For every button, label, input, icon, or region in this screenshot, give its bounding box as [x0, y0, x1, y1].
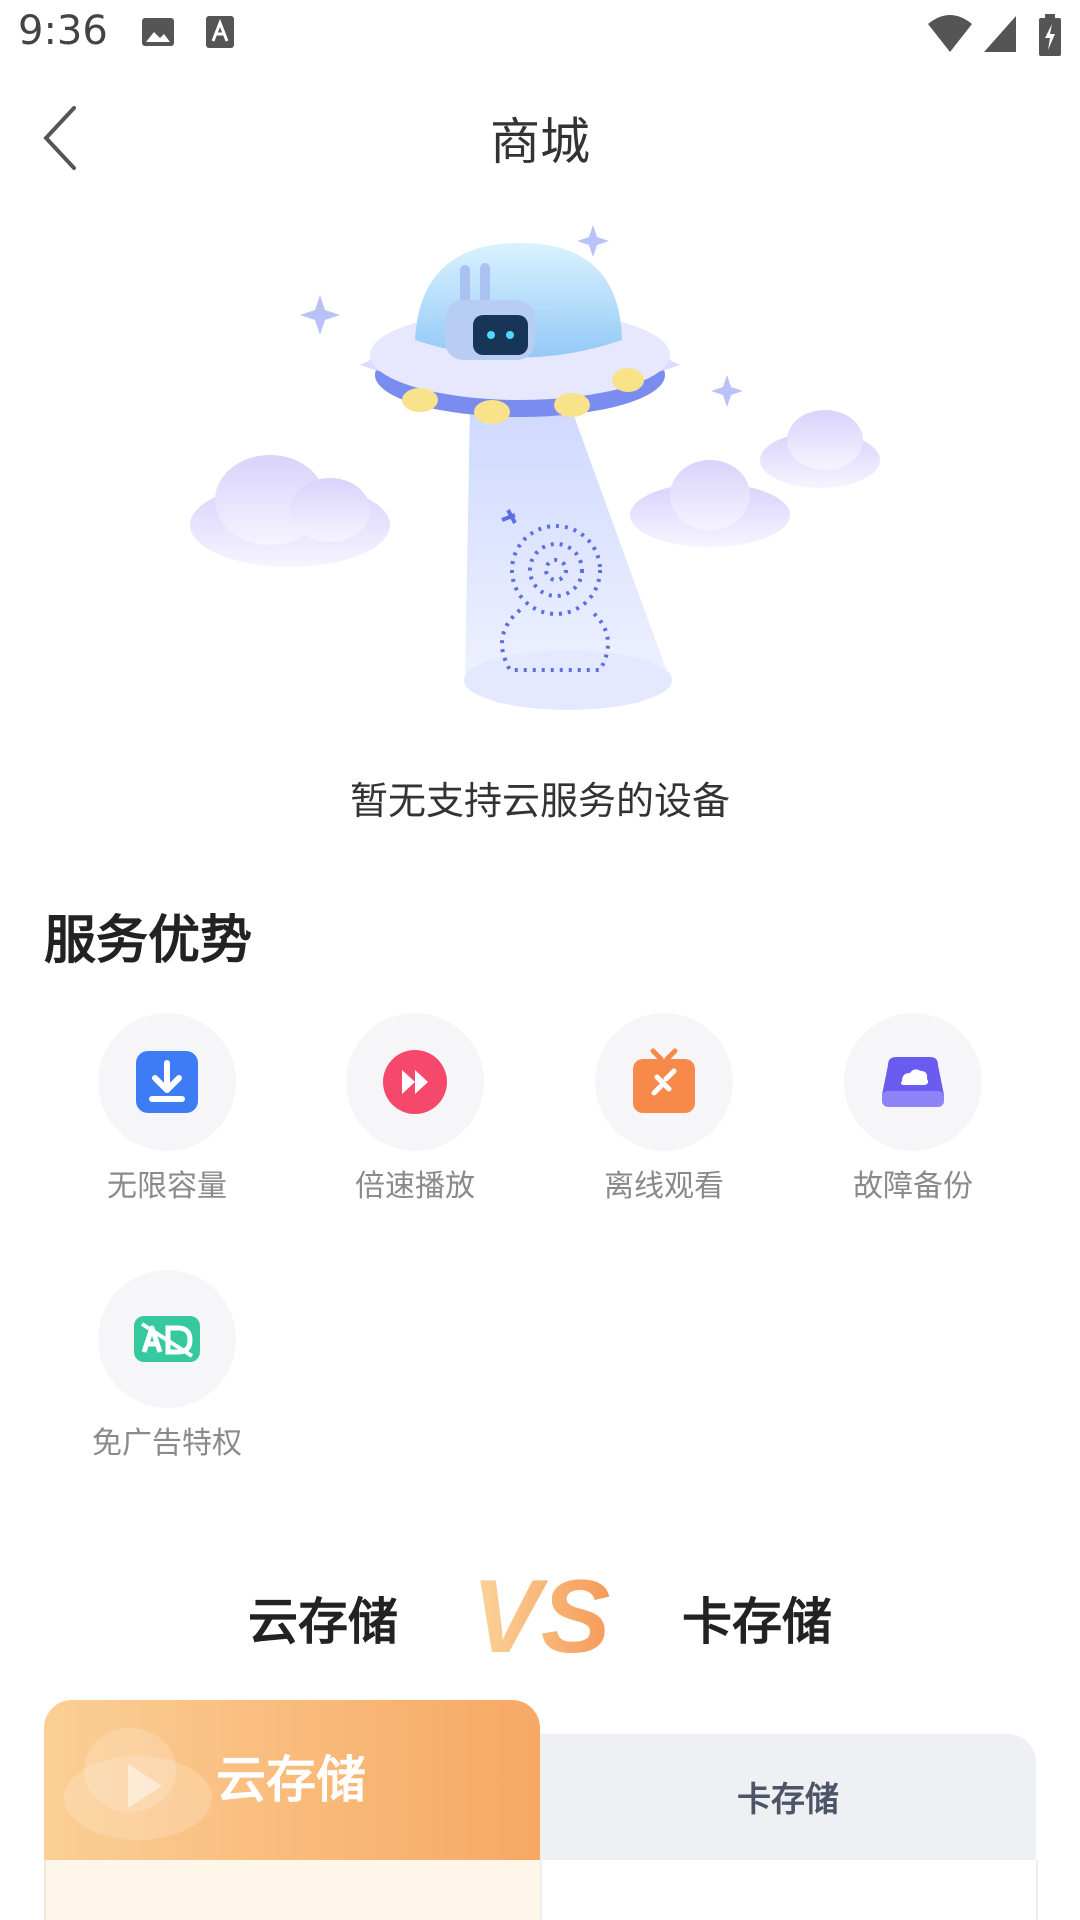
tab-cloud-storage[interactable]: 云存储: [44, 1700, 540, 1860]
feature-offline-viewing[interactable]: 离线观看: [539, 1013, 789, 1205]
vs-text: VS: [472, 1572, 611, 1662]
tab-label: 云存储: [216, 1751, 366, 1809]
signal-icon: [984, 16, 1016, 52]
fast-forward-icon: [383, 1050, 447, 1114]
battery-charging-icon: [1039, 14, 1061, 56]
feature-label: 无限容量: [107, 1169, 227, 1204]
feature-speed-playback[interactable]: 倍速播放: [290, 1013, 540, 1205]
vs-logo: VS: [472, 1572, 611, 1662]
card-storage-heading: 卡存储: [682, 1593, 832, 1651]
status-bar: 9:36: [0, 0, 1080, 72]
cloud-drive-icon: [882, 1057, 944, 1107]
no-ad-icon: [134, 1316, 200, 1362]
feature-fault-backup[interactable]: 故障备份: [788, 1013, 1038, 1205]
tab-label: 卡存储: [737, 1780, 839, 1820]
header: 商城: [0, 72, 1080, 202]
feature-label: 免广告特权: [92, 1426, 242, 1461]
feature-label: 倍速播放: [355, 1169, 475, 1204]
image-icon: [142, 18, 174, 46]
feature-label: 故障备份: [853, 1169, 973, 1204]
comparison-table-cloud: [44, 1860, 542, 1920]
comparison-header: 云存储 VS 卡存储: [0, 1572, 1080, 1672]
feature-label: 离线观看: [604, 1169, 724, 1204]
tab-card-storage[interactable]: 卡存储: [540, 1734, 1036, 1860]
download-icon: [136, 1051, 198, 1113]
play-cloud-icon: [64, 1728, 212, 1840]
wifi-icon: [928, 15, 972, 52]
offline-tv-icon: [633, 1048, 695, 1113]
page-title: 商城: [490, 113, 590, 171]
empty-state-message: 暂无支持云服务的设备: [349, 779, 730, 823]
section-title: 服务优势: [44, 911, 253, 971]
cloud-storage-heading: 云存储: [248, 1593, 398, 1651]
feature-unlimited-capacity[interactable]: 无限容量: [42, 1013, 292, 1205]
comparison-table-card: [540, 1860, 1038, 1920]
text-a-icon: [206, 16, 234, 48]
feature-ad-free[interactable]: 免广告特权: [42, 1270, 292, 1462]
status-time: 9:36: [18, 8, 108, 54]
ufo-camera-illustration: [190, 215, 890, 715]
